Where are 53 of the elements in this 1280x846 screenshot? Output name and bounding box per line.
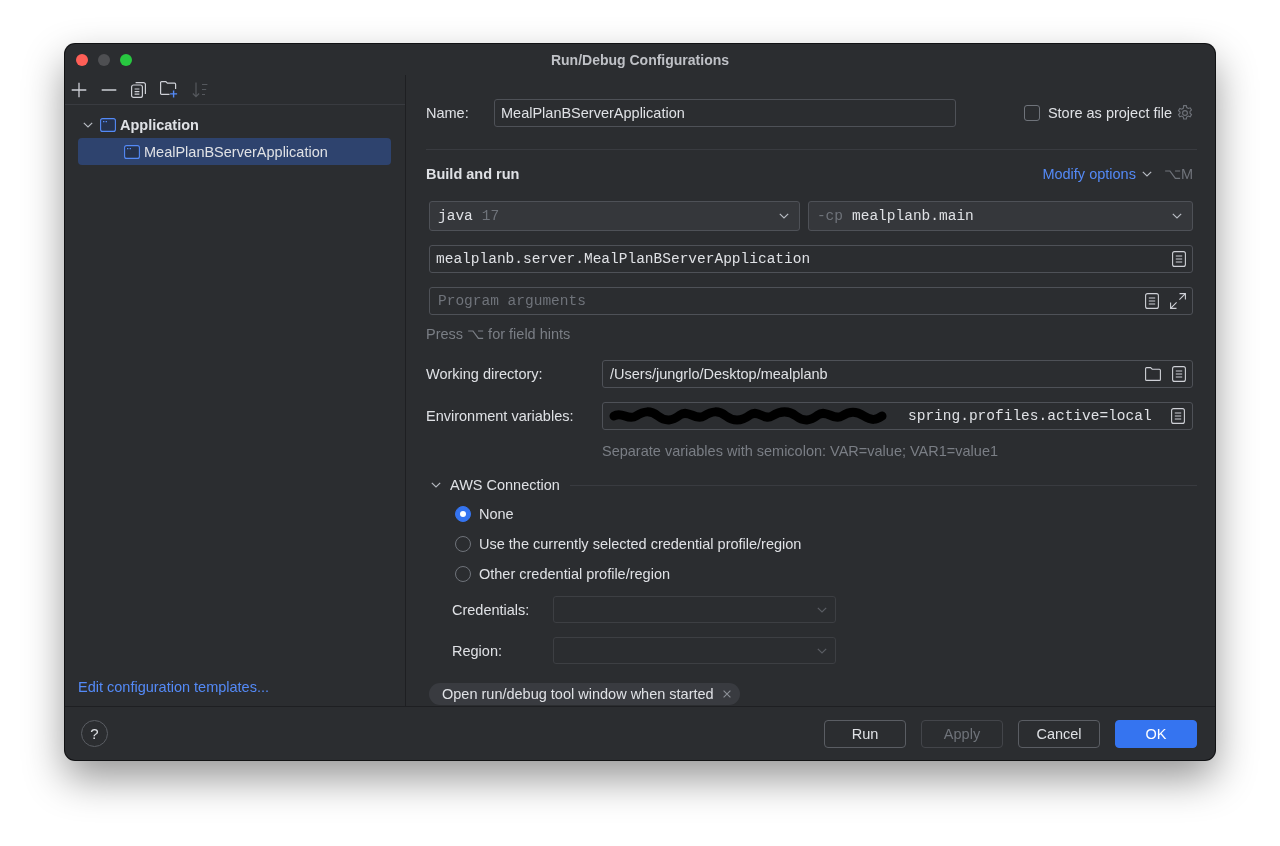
primary-button[interactable]: OK [1115,719,1197,748]
credentials-label: Credentials: [452,601,531,618]
radio-label[interactable]: None [479,506,514,522]
window-zoom-icon[interactable] [120,53,132,66]
plus-icon[interactable] [71,81,87,98]
window-close-icon[interactable] [76,53,88,66]
main-class-field[interactable]: mealplanb.server.MealPlanBServerApplication [429,245,1193,273]
dialog-button[interactable]: Run [824,719,906,748]
environment-variables-field[interactable]: spring.profiles.active=local [602,402,1193,430]
settings-icon[interactable] [1177,105,1193,121]
shortcut-hint: ⌥M [1163,166,1193,182]
tree-item[interactable]: Application [78,111,391,138]
name-label: Name: [426,105,470,121]
chevron-down-icon[interactable] [1172,213,1182,219]
window-icon [100,117,116,132]
environment-hint-text: Separate variables with semicolon: VAR=value; VAR1=value1 [602,443,998,459]
folder-plus-icon[interactable] [160,81,178,98]
folder-icon[interactable] [1145,367,1161,381]
working-directory-label: Working directory: [426,366,544,382]
document-lines-icon[interactable] [1172,251,1186,267]
classpath-dropdown[interactable]: -cp mealplanb.main [807,201,1193,231]
radio-label[interactable]: Use the currently selected credential profile/region [479,536,802,552]
checkbox[interactable] [1023,105,1040,121]
field-hint-text: Press ⌥ for field hints [426,326,571,342]
chevron-down-icon[interactable] [83,121,93,128]
tree-item[interactable]: MealPlanBServerApplication [78,138,391,165]
section-title: Build and run [426,166,520,182]
working-directory-field[interactable]: /Users/jungrlo/Desktop/mealplanb [602,360,1193,388]
radio-button[interactable] [455,506,471,522]
chevron-down-icon[interactable] [431,482,441,488]
expand-icon[interactable] [1170,293,1186,309]
document-lines-icon[interactable] [1145,293,1159,309]
option-chip[interactable]: Open run/debug tool window when started [429,683,740,705]
name-field[interactable]: MealPlanBServerApplication [494,99,956,127]
modify-options-link[interactable]: Modify options [1042,166,1136,182]
document-lines-icon[interactable] [1172,366,1186,382]
environment-variables-label: Environment variables: [426,408,575,424]
document-lines-icon[interactable] [1171,408,1185,424]
checkbox-label[interactable]: Store as project file [1047,104,1172,122]
templates-link[interactable]: Edit configuration templates... [78,679,270,695]
copy-icon[interactable] [131,81,146,98]
window-icon [124,144,140,159]
region-label: Region: [452,642,503,659]
radio-label[interactable]: Other credential profile/region [479,566,671,582]
dialog-button[interactable]: Cancel [1018,719,1100,748]
close-icon[interactable] [722,690,731,698]
section-title[interactable]: AWS Connection [450,477,560,493]
jdk-dropdown[interactable]: java 17 [429,201,800,231]
minus-icon[interactable] [101,88,117,91]
chevron-down-icon[interactable] [778,213,789,219]
window-title: Run/Debug Configurations [550,51,730,68]
program-arguments-field[interactable]: Program arguments [429,287,1193,315]
chevron-down-icon[interactable] [1141,171,1152,177]
